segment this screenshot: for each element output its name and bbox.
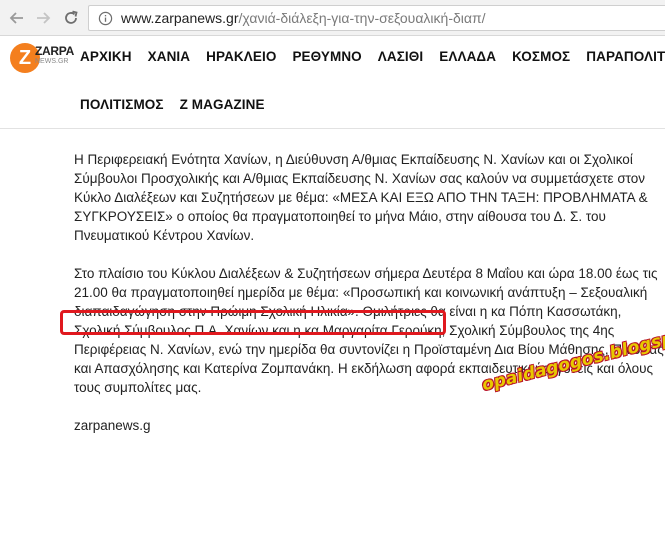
- arrow-right-icon: [37, 12, 51, 24]
- forward-button[interactable]: [32, 7, 54, 29]
- info-icon[interactable]: [97, 10, 113, 26]
- main-menu-row2: ΠΟΛΙΤΙΣΜΟΣ Z MAGAZINE: [80, 97, 281, 112]
- zarpa-logo[interactable]: Z ZARPA NEWS.GR: [10, 43, 76, 77]
- back-button[interactable]: [6, 7, 28, 29]
- reload-button[interactable]: [60, 7, 82, 29]
- menu-item-world[interactable]: ΚΟΣΜΟΣ: [512, 49, 570, 64]
- site-header: Z ZARPA NEWS.GR ΑΡΧΙΚΗ ΧΑΝΙΑ ΗΡΑΚΛΕΙΟ ΡΕ…: [0, 37, 665, 129]
- arrow-left-icon: [9, 12, 23, 24]
- menu-item-parapolitika[interactable]: ΠΑΡΑΠΟΛΙΤ: [586, 49, 665, 64]
- article-paragraph-1: Η Περιφερειακή Ενότητα Χανίων, η Διεύθυν…: [74, 152, 648, 243]
- menu-item-heraklion[interactable]: ΗΡΑΚΛΕΙΟ: [206, 49, 276, 64]
- menu-item-lasithi[interactable]: ΛΑΣΙΘΙ: [378, 49, 423, 64]
- article-body: Η Περιφερειακή Ενότητα Χανίων, η Διεύθυν…: [74, 150, 664, 454]
- menu-item-home[interactable]: ΑΡΧΙΚΗ: [80, 49, 132, 64]
- menu-item-chania[interactable]: ΧΑΝΙΑ: [148, 49, 191, 64]
- url-domain: www.zarpanews.gr: [121, 10, 239, 26]
- url-path: /χανιά-διάλεξη-για-την-σεξουαλική-διαπ/: [238, 10, 486, 26]
- reload-icon: [65, 10, 78, 24]
- article-source: zarpanews.g: [74, 418, 151, 433]
- main-menu: ΑΡΧΙΚΗ ΧΑΝΙΑ ΗΡΑΚΛΕΙΟ ΡΕΘΥΜΝΟ ΛΑΣΙΘΙ ΕΛΛ…: [80, 49, 665, 64]
- menu-item-z-magazine[interactable]: Z MAGAZINE: [180, 97, 265, 112]
- menu-item-culture[interactable]: ΠΟΛΙΤΙΣΜΟΣ: [80, 97, 164, 112]
- highlight-annotation: [60, 310, 446, 335]
- logo-subtitle: NEWS.GR: [35, 58, 69, 65]
- address-bar[interactable]: www.zarpanews.gr/χανιά-διάλεξη-για-την-σ…: [88, 5, 665, 31]
- browser-toolbar: www.zarpanews.gr/χανιά-διάλεξη-για-την-σ…: [0, 0, 665, 36]
- logo-word: ZARPA: [35, 44, 74, 58]
- menu-item-greece[interactable]: ΕΛΛΑΔΑ: [439, 49, 496, 64]
- menu-item-rethymno[interactable]: ΡΕΘΥΜΝΟ: [292, 49, 361, 64]
